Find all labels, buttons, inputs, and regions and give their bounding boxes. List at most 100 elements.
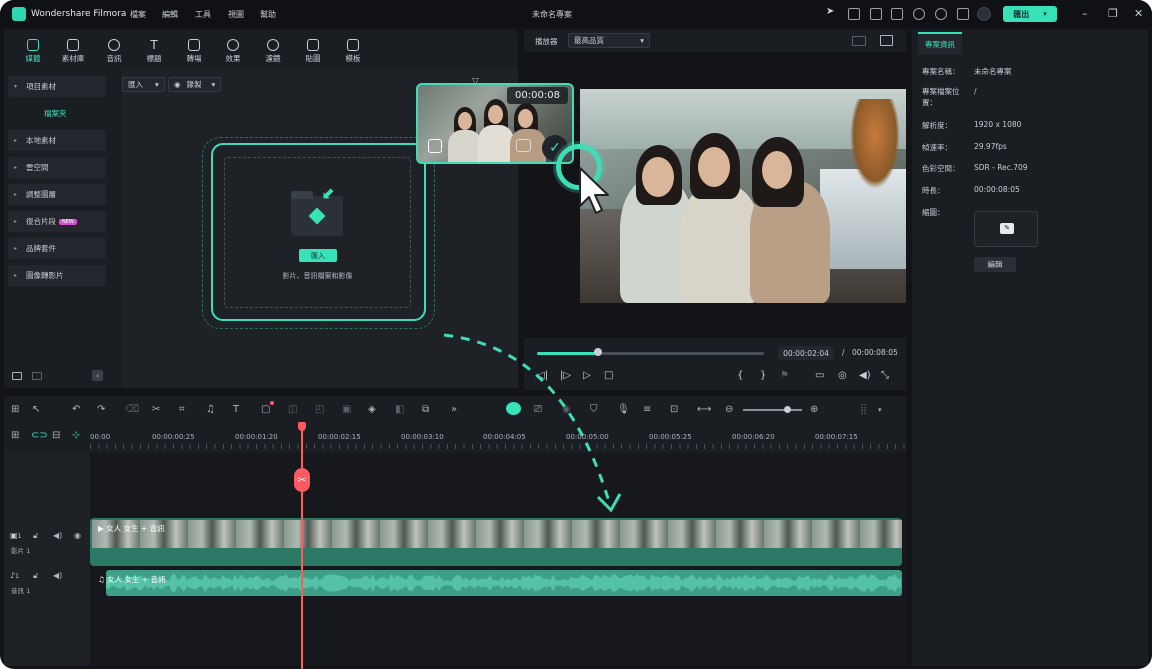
video-track-icon: ▣1: [10, 531, 22, 540]
sidebar-item-adjustment-layer[interactable]: ▸ 調整圖層: [8, 184, 106, 205]
minimize-button[interactable]: –: [1082, 7, 1088, 20]
clip-replace-icon[interactable]: ⊡: [670, 404, 678, 415]
speaker-icon[interactable]: ◀): [53, 531, 62, 540]
account-avatar-icon[interactable]: [977, 7, 991, 21]
track-headers: [4, 452, 90, 666]
tab-stock[interactable]: 素材庫: [56, 39, 90, 64]
split-scissors-icon[interactable]: ✂: [294, 468, 310, 492]
zoom-in-icon[interactable]: ⊕: [810, 404, 818, 415]
import-dropdown[interactable]: 匯入 ▾: [122, 77, 165, 92]
playhead-handle[interactable]: [298, 422, 306, 431]
add-track-icon[interactable]: ⊞: [11, 430, 19, 441]
view-options-icon[interactable]: ⣿: [860, 404, 867, 415]
sidebar-item-brand-kit[interactable]: ▸ 品牌套件: [8, 238, 106, 259]
link-icon[interactable]: ⊂⊃: [31, 430, 48, 441]
select-tool-icon[interactable]: ↖: [32, 404, 40, 415]
text-tool-icon[interactable]: T: [233, 404, 239, 415]
record-dropdown[interactable]: ◉ 錄製 ▾: [168, 77, 222, 92]
feedback-icon[interactable]: [848, 8, 860, 20]
audio-mix-icon[interactable]: ≡: [643, 404, 651, 415]
fit-icon[interactable]: ⟷: [697, 404, 711, 415]
tab-effects[interactable]: 效果: [216, 39, 250, 64]
menu-edit[interactable]: 編輯: [162, 9, 178, 20]
tab-media[interactable]: 媒體: [16, 39, 50, 64]
speed-icon[interactable]: ◧: [395, 404, 404, 415]
track-height-icon[interactable]: ⊟: [52, 430, 60, 441]
send-icon[interactable]: ➤: [826, 6, 838, 18]
new-folder-icon[interactable]: [12, 372, 22, 380]
sidebar-item-image-to-video[interactable]: ▸ 圖像轉影片: [8, 265, 106, 286]
video-clip-icon: [428, 139, 442, 153]
scissors-icon[interactable]: ✂: [152, 404, 160, 415]
menu-file[interactable]: 檔案: [130, 9, 146, 20]
subtitle-icon[interactable]: ▣: [342, 404, 351, 415]
edit-thumbnail-button[interactable]: 編輯: [974, 257, 1016, 272]
grid-view-icon[interactable]: [852, 36, 866, 46]
monitor-icon[interactable]: [870, 8, 882, 20]
sidebar-item-compound-clip[interactable]: ▸ 復合片段 NEW: [8, 211, 106, 232]
music-note-icon: ♫: [98, 575, 108, 584]
audio-icon[interactable]: ♫: [206, 404, 215, 415]
menu-help[interactable]: 幫助: [260, 9, 276, 20]
redo-icon[interactable]: ↷: [97, 404, 105, 415]
snapshot-icon[interactable]: ◎: [838, 370, 847, 381]
import-button[interactable]: 匯入: [299, 249, 337, 262]
tab-titles[interactable]: T 標題: [137, 39, 171, 64]
ai-text-icon[interactable]: ◰: [315, 404, 324, 415]
menu-tools[interactable]: 工具: [195, 9, 211, 20]
display-icon[interactable]: ▭: [815, 370, 824, 381]
close-button[interactable]: ✕: [1134, 7, 1143, 20]
sidebar-item-folder[interactable]: 檔案夾: [8, 103, 106, 124]
color-icon[interactable]: ◈: [368, 404, 376, 415]
zoom-slider-track[interactable]: [743, 409, 802, 411]
volume-icon[interactable]: ◀): [859, 370, 871, 381]
chevron-down-icon[interactable]: ▾: [878, 406, 882, 414]
marker-icon[interactable]: ⚑: [780, 370, 789, 381]
delete-icon[interactable]: ⌫: [125, 404, 139, 415]
zoom-out-icon[interactable]: ⊖: [725, 404, 733, 415]
info-value-location: /: [974, 87, 977, 96]
mark-in-icon[interactable]: {: [737, 370, 743, 381]
lock-icon[interactable]: 🔓︎: [33, 571, 38, 581]
export-button[interactable]: 匯出 ▾: [1003, 6, 1057, 22]
menu-view[interactable]: 視圖: [228, 9, 244, 20]
tab-audio[interactable]: 音訊: [97, 39, 131, 64]
tab-project-info[interactable]: 專案資訊: [918, 32, 962, 54]
lock-icon[interactable]: 🔓︎: [33, 531, 38, 541]
filmora-logo-icon: [12, 7, 26, 21]
collapse-sidebar-icon[interactable]: ‹: [92, 370, 103, 381]
folder-icon[interactable]: [32, 372, 42, 380]
group-icon[interactable]: ⧉: [422, 404, 429, 415]
crop-icon[interactable]: ⌗: [179, 404, 185, 415]
tab-stickers[interactable]: 貼圖: [296, 39, 330, 64]
mask-icon[interactable]: ◫: [288, 404, 297, 415]
undo-icon[interactable]: ↶: [72, 404, 80, 415]
mark-out-icon[interactable]: }: [760, 370, 766, 381]
support-icon[interactable]: [935, 8, 947, 20]
eye-icon[interactable]: ◉: [74, 531, 81, 540]
tab-templates[interactable]: 模板: [336, 39, 370, 64]
sidebar-item-project-media[interactable]: ▾ 項目素材: [8, 76, 106, 97]
zoom-slider-handle[interactable]: [784, 406, 791, 413]
cloud-icon[interactable]: [913, 8, 925, 20]
playhead-line[interactable]: [301, 424, 303, 669]
maximize-button[interactable]: ❐: [1108, 7, 1118, 20]
image-icon[interactable]: [880, 35, 893, 46]
sidebar-item-local[interactable]: ▸ 本地素材: [8, 130, 106, 151]
tab-transitions[interactable]: 轉場: [177, 39, 211, 64]
current-time[interactable]: 00:00:02:04: [778, 346, 834, 360]
project-thumbnail[interactable]: ✎: [974, 211, 1038, 247]
layout-icon[interactable]: ⊞: [11, 404, 19, 415]
save-icon[interactable]: [891, 8, 903, 20]
sidebar-item-cloud[interactable]: ▸ 雲空間: [8, 157, 106, 178]
chevron-down-icon: ▾: [211, 80, 216, 89]
tab-filters[interactable]: 濾鏡: [256, 39, 290, 64]
audio-clip[interactable]: [106, 570, 902, 596]
shape-icon[interactable]: ▢: [261, 404, 270, 415]
speaker-icon[interactable]: ◀): [53, 571, 62, 580]
fullscreen-icon[interactable]: ⤡: [881, 370, 889, 381]
grid-icon[interactable]: [957, 8, 969, 20]
quality-dropdown[interactable]: 最高品質 ▾: [568, 33, 650, 48]
snap-icon[interactable]: ⊹: [72, 430, 80, 441]
ruler-tick-label: 00:00:03:10: [401, 433, 444, 441]
